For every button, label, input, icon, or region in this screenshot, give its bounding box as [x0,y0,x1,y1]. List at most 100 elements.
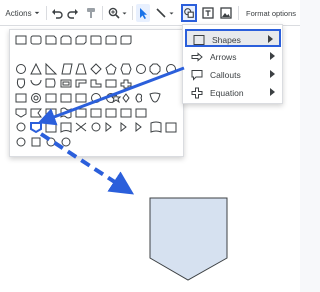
snip-diagonal-rectangle-shape-icon[interactable] [75,35,87,45]
flowchart-merge-shape-icon[interactable] [135,121,142,133]
redo-button[interactable] [66,4,80,22]
flowchart-alt-process-shape-icon[interactable] [90,108,102,118]
snip-same-side-rectangle-shape-icon[interactable] [60,35,72,45]
text-box-button[interactable] [201,4,215,22]
plaque-shape-icon[interactable] [15,93,27,103]
flowchart-data-shape-icon[interactable] [120,108,132,118]
flowchart-sequential-storage-shape-icon[interactable] [16,137,26,147]
zoom-icon [108,7,120,19]
cursor-icon [140,8,147,19]
undo-icon [52,9,63,19]
cube-shape-icon[interactable] [60,93,72,103]
snip-corner-rectangle-shape-icon[interactable] [45,35,57,45]
flowchart-direct-access-storage-shape-icon[interactable] [46,137,56,147]
line-icon [155,8,166,18]
parallelogram-shape-icon[interactable] [61,63,73,75]
image-icon [220,7,232,19]
toolbar-divider [238,6,239,20]
flowchart-stored-data-shape-icon[interactable] [150,121,162,133]
rectangle-shape-icon[interactable] [15,35,27,45]
flowchart-card-shape-icon[interactable] [45,122,57,133]
decagon-shape-icon[interactable] [166,64,176,74]
plus-shape-icon[interactable] [120,79,132,89]
oval-shape-icon[interactable] [16,64,26,74]
double-wave-shape-icon[interactable] [60,107,72,119]
shapes-icon [184,8,194,18]
triangle-shape-icon[interactable] [30,62,42,75]
menu-item-shapes[interactable]: Shapes [185,29,281,47]
flowchart-magnetic-disk-shape-icon[interactable] [31,137,41,147]
line-tool-button[interactable] [153,4,175,22]
menu-item-equation[interactable]: Equation [185,84,281,102]
menu-item-callouts[interactable]: Callouts [185,66,281,84]
callout-icon [191,70,203,81]
right-triangle-shape-icon[interactable] [45,62,58,75]
undo-button[interactable] [50,4,64,22]
l-shape-icon[interactable] [90,79,102,88]
shape-submenu: Shapes Arrows Callouts Equation [182,24,283,104]
octagon-shape-icon[interactable] [149,63,161,75]
cloud-shape-icon[interactable] [149,92,161,103]
diamond-shape-icon[interactable] [90,63,102,75]
format-options-label: Format options [245,8,297,18]
caret-down-icon [34,11,39,15]
menu-item-label: Callouts [210,70,241,80]
shapes-icon [193,35,205,45]
round-same-side-rectangle-shape-icon[interactable] [105,35,117,45]
donut-hole [33,95,39,101]
flowchart-decision-shape-icon[interactable] [105,108,117,118]
flowchart-connector-shape-icon[interactable] [16,122,26,132]
flowchart-predefined-shape-icon[interactable] [135,108,147,118]
chevron-right-icon [270,70,275,78]
shapes-palette-grid [15,35,177,147]
smiley-face-shape-icon[interactable] [91,93,101,103]
select-tool-button[interactable] [136,4,150,22]
half-frame-shape-icon[interactable] [75,79,87,88]
toolbar-divider [132,6,133,20]
round-corner-rectangle-shape-icon[interactable] [90,35,102,45]
caret-down-icon [169,12,173,14]
format-options-button[interactable]: Format options [242,4,300,22]
flowchart-delay-shape-icon[interactable] [165,122,177,133]
flowchart-summing-junction-shape-icon[interactable] [91,122,101,132]
text-box-icon [202,7,214,19]
pentagon-shape-icon[interactable] [105,63,117,75]
round-diagonal-rectangle-shape-icon[interactable] [120,35,132,45]
flowchart-sort-shape-icon[interactable] [105,121,112,133]
moon-shape-icon[interactable] [135,93,143,103]
frame-shape-icon[interactable] [60,79,72,88]
heptagon-shape-icon[interactable] [136,64,146,74]
pie-shape-icon[interactable] [16,78,26,89]
chord-shape-icon[interactable] [30,79,42,86]
actions-menu-button[interactable]: Actions [3,4,43,22]
toolbar: Actions Format options [0,0,300,26]
flowchart-extract-shape-icon[interactable] [120,121,127,133]
flowchart-punched-tape-shape-icon[interactable] [60,122,72,133]
shape-tool-button[interactable] [181,4,197,22]
flowchart-process-shape-icon[interactable] [75,108,87,118]
flowchart-display-shape-icon[interactable] [61,137,71,147]
bevel-shape-icon[interactable] [75,93,87,103]
half-arrow-shape-icon[interactable] [15,108,27,118]
menu-item-label: Shapes [212,35,241,45]
diagonal-stripe-shape-icon[interactable] [105,79,117,88]
caret-down-icon [122,12,126,14]
insert-image-button[interactable] [219,4,233,22]
paint-format-button[interactable] [84,4,98,22]
teardrop-shape-icon[interactable] [45,78,56,88]
chevron-right-icon [270,52,275,60]
hexagon-shape-icon[interactable] [120,63,132,75]
menu-item-label: Arrows [210,52,237,62]
can-shape-icon[interactable] [45,93,57,103]
flowchart-offpage-connector-shape-icon[interactable] [30,122,42,134]
menu-item-arrows[interactable]: Arrows [185,48,281,66]
arrow-icon [191,52,203,62]
wave-shape-icon[interactable] [45,108,57,118]
trapezoid-shape-icon[interactable] [75,63,87,75]
zoom-button[interactable] [106,4,128,22]
chevron-right-icon [270,88,275,96]
sun-shape-icon[interactable] [122,93,130,103]
flowchart-collate-shape-icon[interactable] [75,122,87,132]
rounded-rectangle-shape-icon[interactable] [30,35,42,45]
ribbon-shape-icon[interactable] [30,108,42,118]
